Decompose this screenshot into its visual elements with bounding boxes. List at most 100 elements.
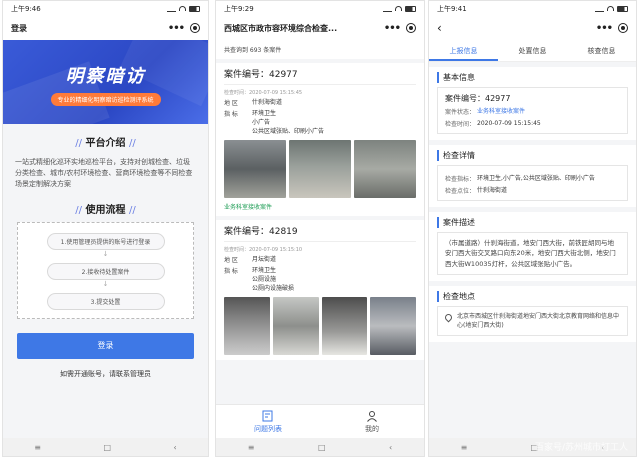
tab-disposal-info[interactable]: 处置信息	[498, 40, 567, 61]
login-screen: 上午9:46 登录 ••• 明察暗访 专业的精细化明察暗访巡检测评系统 // 平…	[2, 0, 209, 457]
tab-problem-list[interactable]: 问题列表	[216, 405, 320, 438]
location-box[interactable]: 北京市西城区什刹海街道地安门西大街北京教育网络和信息中心(地安门西大街)	[437, 306, 628, 337]
case-list-screen: 上午9:29 西城区市政市容环境综合检查... ••• 共查询到 693 条案件…	[215, 0, 425, 457]
case-number: 案件编号：42977	[224, 67, 416, 85]
title-bar: 登录 •••	[3, 16, 208, 40]
case-photo[interactable]	[354, 140, 416, 198]
menu-nav-icon[interactable]: ≡	[248, 443, 255, 452]
result-count: 共查询到 693 条案件	[216, 40, 424, 59]
case-photos	[224, 140, 416, 198]
check-time: 检查时间：2020-07-09 15:15:45	[224, 90, 303, 96]
miniapp-capsule: •••	[384, 23, 416, 34]
battery-icon	[405, 5, 416, 12]
tab-label: 问题列表	[254, 424, 282, 433]
more-icon[interactable]: •••	[596, 23, 613, 34]
case-detail-screen: 上午9:41 ‹ ••• 上报信息 处置信息 核查信息 基本信息 案件编号：42…	[428, 0, 637, 457]
step-2: 2.接收待处置案件	[46, 262, 165, 280]
more-icon[interactable]: •••	[384, 23, 401, 34]
close-miniapp-icon[interactable]	[406, 23, 416, 33]
title-bar: 西城区市政市容环境综合检查... •••	[216, 16, 424, 40]
close-miniapp-icon[interactable]	[190, 23, 200, 33]
basic-info-box: 案件编号：42977 案件状态： 业务科室接收案件 检查时间： 2020-07-09…	[437, 87, 628, 134]
case-photo[interactable]	[224, 297, 270, 355]
wifi-icon	[179, 6, 186, 11]
status-bar: 上午9:29	[216, 1, 424, 16]
wifi-icon	[395, 6, 402, 11]
section-heading: 检查详情	[437, 150, 628, 161]
step-3: 3.提交处置	[46, 292, 165, 310]
status-time: 上午9:29	[224, 4, 254, 13]
page-title: 登录	[11, 23, 27, 33]
menu-nav-icon[interactable]: ≡	[34, 443, 41, 452]
status-icons	[383, 5, 416, 12]
arrow-down-icon: ↓	[102, 249, 109, 258]
title-bar: ‹ •••	[429, 16, 636, 40]
banner-subtitle: 专业的精细化明察暗访巡检测评系统	[50, 93, 161, 106]
battery-icon	[189, 5, 200, 12]
tab-report-info[interactable]: 上报信息	[429, 40, 498, 61]
case-photo[interactable]	[224, 140, 286, 198]
tab-verify-info[interactable]: 核查信息	[567, 40, 636, 61]
back-nav-icon[interactable]: ‹	[389, 443, 392, 452]
step-1: 1.使用管理员提供的账号进行登录	[46, 232, 165, 250]
menu-nav-icon[interactable]: ≡	[461, 443, 468, 452]
indicator-row: 检查指标： 环境卫生,小广告,公共区域张贴、印刷小广告	[445, 175, 595, 183]
flow-steps: 1.使用管理员提供的账号进行登录 ↓ 2.接收待处置案件 ↓ 3.提交处置	[17, 221, 194, 319]
section-heading-intro: // 平台介绍 //	[75, 138, 136, 149]
point-row: 检查点位： 什刹海街道	[445, 187, 508, 195]
case-photo[interactable]	[272, 297, 319, 355]
more-icon[interactable]: •••	[168, 23, 185, 34]
case-status: 业务科室接收案件	[224, 204, 273, 211]
description-text: （市属道路）什刹海街道，地安门西大街，前铁匠胡同与地安门西大街交叉路口向东20米…	[445, 239, 616, 268]
case-photo[interactable]	[370, 297, 416, 355]
description-box: （市属道路）什刹海街道，地安门西大街，前铁匠胡同与地安门西大街交叉路口向东20米…	[437, 232, 628, 276]
check-location-section: 检查地点 北京市西城区什刹海街道地安门西大街北京教育网络和信息中心(地安门西大街…	[429, 286, 636, 343]
detail-tabs: 上报信息 处置信息 核查信息	[429, 40, 636, 62]
arrow-down-icon: ↓	[102, 279, 109, 288]
edit-list-icon	[262, 410, 273, 421]
banner-title: 明察暗访	[65, 66, 146, 87]
case-card[interactable]: 案件编号：42977 检查时间：2020-07-09 15:15:45 地 区什…	[216, 63, 424, 216]
close-miniapp-icon[interactable]	[618, 23, 628, 33]
home-nav-icon[interactable]: □	[103, 443, 111, 452]
hero-banner: 明察暗访 专业的精细化明察暗访巡检测评系统	[3, 40, 208, 124]
wifi-icon	[607, 6, 614, 11]
section-heading-flow: // 使用流程 //	[75, 204, 136, 216]
status-icons	[595, 5, 628, 12]
check-time: 检查时间：2020-07-09 15:15:10	[224, 247, 303, 253]
indicator-row: 指 标环境卫生 公厕设施 公厕内设施破损	[224, 267, 295, 292]
tab-me[interactable]: 我的	[320, 405, 424, 438]
home-nav-icon[interactable]: □	[318, 443, 326, 452]
location-pin-icon	[443, 312, 454, 323]
check-time-row: 检查时间： 2020-07-09 15:15:45	[445, 120, 541, 128]
section-heading: 检查地点	[437, 291, 628, 303]
case-card[interactable]: 案件编号：42819 检查时间：2020-07-09 15:15:10 地 区月…	[216, 220, 424, 360]
case-photo[interactable]	[321, 297, 368, 355]
section-heading: 基本信息	[437, 72, 628, 83]
case-number: 案件编号：42977	[445, 94, 511, 103]
location-text: 北京市西城区什刹海街道地安门西大街北京教育网络和信息中心(地安门西大街)	[457, 313, 620, 330]
tab-label: 我的	[365, 424, 379, 433]
case-photo[interactable]	[289, 140, 351, 198]
signal-icon	[383, 6, 392, 12]
back-icon[interactable]: ‹	[437, 21, 442, 35]
miniapp-capsule: •••	[168, 23, 200, 34]
status-time: 上午9:46	[11, 4, 41, 13]
case-number: 案件编号：42819	[224, 224, 416, 242]
intro-text: 一站式精细化巡环实地巡检平台，支持对创城检查、垃圾分类检查、城市/农村环境检查、…	[15, 158, 193, 189]
indicator-row: 指 标环境卫生 小广告 公共区域张贴、印刷小广告	[224, 110, 325, 135]
status-icons	[167, 5, 200, 12]
check-detail-section: 检查详情 检查指标： 环境卫生,小广告,公共区域张贴、印刷小广告 检查点位： 什刹海…	[429, 145, 636, 207]
signal-icon	[167, 6, 176, 12]
contact-admin-text: 如需开通账号，请联系管理员	[60, 369, 151, 378]
back-nav-icon[interactable]: ‹	[174, 443, 177, 452]
status-bar: 上午9:46	[3, 1, 208, 16]
watermark: 百家号/苏州城市打工人	[534, 443, 628, 453]
login-button[interactable]: 登录	[17, 332, 194, 359]
battery-icon	[617, 5, 628, 12]
system-nav-bar: ≡ □ ‹	[3, 438, 208, 456]
miniapp-capsule: •••	[596, 23, 628, 34]
user-icon	[367, 410, 377, 422]
status-time: 上午9:41	[437, 4, 467, 13]
case-status-row: 案件状态： 业务科室接收案件	[445, 108, 526, 116]
